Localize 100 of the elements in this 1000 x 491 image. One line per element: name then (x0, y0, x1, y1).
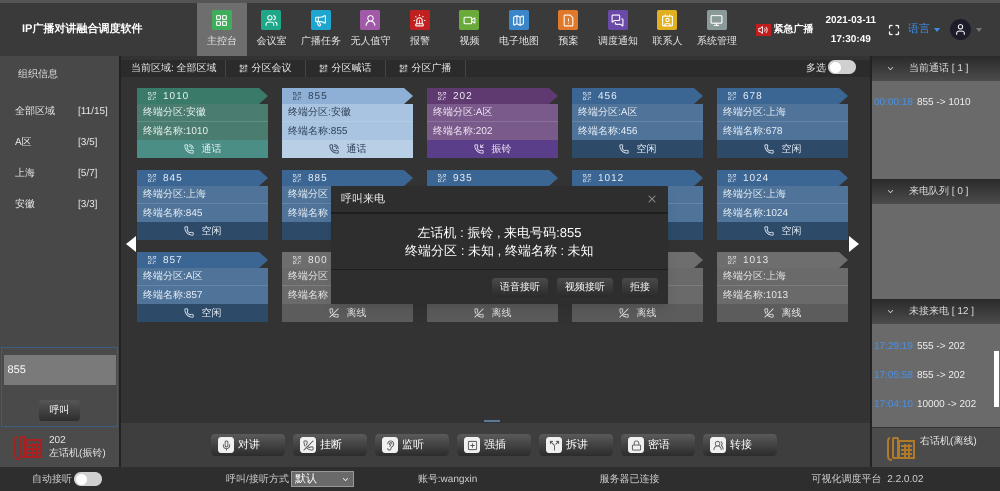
fullscreen-icon[interactable] (888, 24, 900, 36)
area-item[interactable]: A区 [3/5] (0, 127, 119, 158)
terminal-header[interactable]: 857 (137, 252, 268, 268)
terminal-zone: 终端分区 (282, 186, 331, 204)
phone-icon (474, 144, 484, 154)
phone-status: 右话机(离线) (920, 434, 977, 449)
dial-input[interactable]: 855 (4, 355, 116, 385)
lock-icon (628, 437, 644, 453)
emergency-broadcast-button[interactable]: 紧急广播 (756, 3, 814, 56)
terminal-zone: 终端分区:上海 (717, 186, 848, 204)
phone-call-icon (184, 144, 194, 154)
nav-tab[interactable]: 报警 (395, 3, 444, 56)
action-button[interactable]: 密语 (621, 434, 695, 456)
area-action-button[interactable]: 分区会议 (226, 60, 306, 77)
qr-code-icon (318, 64, 328, 73)
terminal-status: 通话 (202, 142, 222, 156)
terminal-header[interactable]: 456 (572, 88, 703, 104)
terminal-status: 空闲 (636, 142, 656, 156)
nav-tab[interactable]: 主控台 (197, 3, 246, 56)
ear-icon (382, 437, 398, 453)
terminal-header[interactable]: 935 (427, 170, 558, 186)
nav-tab[interactable]: 联系人 (642, 3, 692, 56)
area-item[interactable]: 全部区域 [11/15] (0, 96, 119, 127)
terminal-id: 202 (453, 90, 473, 104)
terminal-header[interactable]: 800 (282, 252, 331, 268)
action-button[interactable]: 转接 (703, 434, 777, 456)
nav-tab[interactable]: 预案 (544, 3, 593, 56)
terminal-header[interactable]: 202 (427, 88, 558, 104)
terminal-name: 终端名称 (282, 286, 331, 304)
auto-answer-toggle[interactable] (74, 472, 102, 486)
call-route: 855 -> 202 (916, 369, 966, 383)
drag-handle[interactable] (484, 420, 500, 422)
action-button[interactable]: 对讲 (211, 434, 285, 456)
terminal-header[interactable]: 1010 (137, 88, 268, 104)
speaker-icon (756, 24, 770, 36)
dialog-button[interactable]: 语音接听 (492, 278, 548, 296)
nav-tab[interactable]: 会议室 (246, 3, 296, 56)
terminal-header[interactable]: 1013 (717, 252, 848, 268)
section-header[interactable]: 当前通话 [ 1 ] (872, 56, 1000, 81)
multi-select-toggle[interactable] (828, 60, 856, 74)
phone-icon (184, 226, 194, 236)
next-arrow-icon[interactable] (849, 236, 859, 252)
terminal-zone: 终端分区:安徽 (282, 104, 413, 122)
terminal-zone (668, 268, 703, 286)
area-item[interactable]: 安徽 [3/3] (0, 189, 119, 220)
terminal-icon (147, 91, 157, 101)
terminal-header[interactable]: 885 (282, 170, 413, 186)
terminal-id: 885 (308, 172, 328, 186)
terminal-name (668, 204, 703, 222)
answer-mode-select[interactable]: 默认 (290, 471, 354, 487)
call-route: 855 -> 1010 (916, 96, 971, 110)
close-icon[interactable] (646, 193, 658, 205)
dialog-message: 左话机 : 振铃 , 来电号码:855 (418, 224, 582, 242)
dialog-message: 终端分区 : 未知 , 终端名称 : 未知 (405, 242, 594, 260)
call-time: 00:00:18 (874, 96, 913, 110)
section-header[interactable]: 未接来电 [ 12 ] (872, 299, 1000, 324)
terminal-name: 终端名称:678 (717, 122, 848, 140)
section-header[interactable]: 来电队列 [ 0 ] (872, 179, 1000, 204)
terminal-header[interactable] (668, 252, 703, 268)
grid-icon (212, 10, 232, 30)
dialog-button[interactable]: 视频接听 (557, 278, 613, 296)
terminal-name: 终端名称:456 (572, 122, 703, 140)
terminal-name: 终端名称:857 (137, 286, 268, 304)
terminal-header[interactable]: 845 (137, 170, 268, 186)
terminal-name: 终端名称:202 (427, 122, 558, 140)
section-title: 当前通话 [ 1 ] (909, 62, 968, 76)
dialog-button[interactable]: 拒接 (622, 278, 658, 296)
previous-arrow-icon[interactable] (126, 236, 136, 252)
nav-tab[interactable]: 无人值守 (346, 3, 395, 56)
call-button[interactable]: 呼叫 (39, 400, 80, 421)
terminal-header[interactable]: 1024 (717, 170, 848, 186)
terminal-zone: 终端分区:安徽 (137, 104, 268, 122)
scrollbar[interactable] (994, 351, 999, 407)
area-action-button[interactable]: 分区喊话 (306, 60, 386, 77)
action-button[interactable]: 挂断 (293, 434, 367, 456)
monitor-icon (706, 10, 727, 30)
phone-off-icon (474, 308, 484, 318)
terminal-icon (727, 255, 737, 265)
video-camera-icon (459, 10, 480, 30)
siren-icon (410, 10, 430, 30)
action-button[interactable]: 监听 (375, 434, 449, 456)
action-button[interactable]: 强插 (457, 434, 531, 456)
people-icon (710, 437, 726, 453)
area-action-button[interactable]: 分区广播 (386, 60, 466, 77)
person-icon (360, 10, 380, 30)
terminal-header[interactable]: 678 (717, 88, 848, 104)
avatar[interactable] (950, 19, 972, 40)
nav-tab[interactable]: 视频 (444, 3, 494, 56)
nav-tab[interactable]: 电子地图 (494, 3, 544, 56)
action-button[interactable]: 拆讲 (539, 434, 613, 456)
area-item[interactable]: 上海 [5/7] (0, 158, 119, 189)
nav-tab[interactable]: 调度通知 (593, 3, 642, 56)
terminal-id: 800 (308, 254, 328, 268)
terminal-header[interactable]: 855 (282, 88, 413, 104)
dialog-title: 呼叫来电 (341, 192, 385, 207)
sidebar-title: 组织信息 (17, 68, 59, 82)
answer-mode-label: 呼叫/接听方式 (226, 472, 289, 486)
terminal-header[interactable]: 1012 (572, 170, 703, 186)
nav-tab[interactable]: 系统管理 (692, 3, 742, 56)
nav-tab[interactable]: 广播任务 (296, 3, 346, 56)
